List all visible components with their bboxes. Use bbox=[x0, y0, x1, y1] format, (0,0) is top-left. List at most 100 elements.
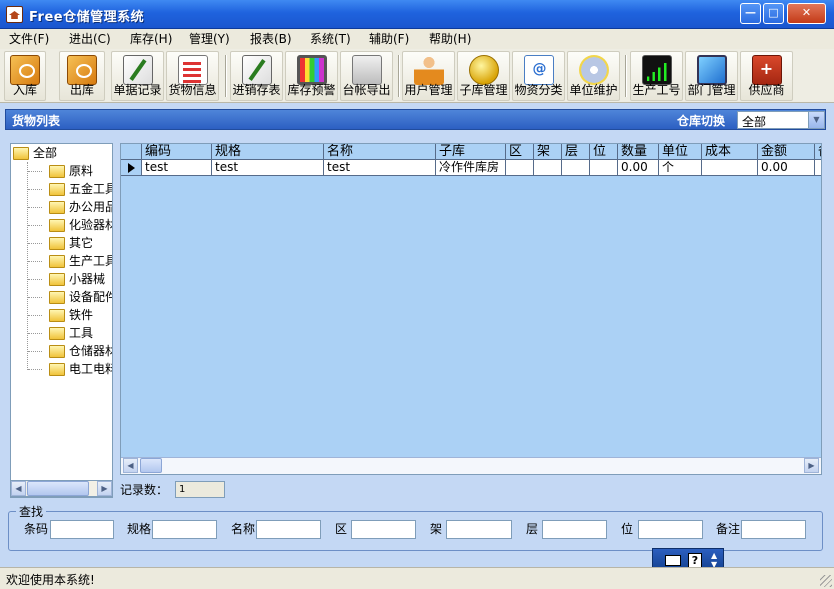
tree-item[interactable]: 其它 bbox=[49, 234, 93, 252]
inventory-report-button[interactable]: 进销存表 bbox=[230, 51, 283, 101]
tree-item[interactable]: 生产工具 bbox=[49, 252, 112, 270]
stock-out-button[interactable]: 出库 bbox=[59, 51, 105, 101]
toolbar-separator bbox=[398, 55, 400, 97]
cell-position[interactable] bbox=[590, 160, 618, 175]
column-header-quantity[interactable]: 数量 bbox=[618, 144, 659, 160]
menu-system[interactable]: 系统(T) bbox=[310, 29, 351, 49]
spec-input[interactable] bbox=[152, 520, 217, 539]
menu-report[interactable]: 报表(B) bbox=[250, 29, 292, 49]
column-header-area[interactable]: 区 bbox=[506, 144, 534, 160]
panel-header: 货物列表 仓库切换 全部 ▼ bbox=[5, 109, 826, 130]
column-header-amount[interactable]: 金额 bbox=[758, 144, 815, 160]
column-header-position[interactable]: 位 bbox=[590, 144, 618, 160]
column-header-code[interactable]: 编码 bbox=[142, 144, 212, 160]
resize-grip-icon[interactable] bbox=[820, 575, 832, 587]
barcode-input[interactable] bbox=[50, 520, 114, 539]
maximize-button[interactable]: □ bbox=[763, 3, 784, 24]
menu-help[interactable]: 帮助(H) bbox=[429, 29, 471, 49]
column-header-subwarehouse[interactable]: 子库 bbox=[436, 144, 506, 160]
category-button[interactable]: 物资分类 bbox=[512, 51, 565, 101]
folder-icon bbox=[49, 183, 65, 196]
remark-input[interactable] bbox=[741, 520, 806, 539]
tree-item[interactable]: 化验器材 bbox=[49, 216, 112, 234]
app-icon[interactable] bbox=[6, 6, 23, 23]
unit-maintain-button[interactable]: 单位维护 bbox=[567, 51, 620, 101]
menu-file[interactable]: 文件(F) bbox=[9, 29, 49, 49]
column-header-name[interactable]: 名称 bbox=[324, 144, 436, 160]
tree-item[interactable]: 铁件 bbox=[49, 306, 93, 324]
column-header-remark[interactable]: 备 bbox=[815, 144, 821, 160]
cell-quantity[interactable]: 0.00 bbox=[618, 160, 659, 175]
stock-alert-button[interactable]: 库存预警 bbox=[285, 51, 338, 101]
column-header-spec[interactable]: 规格 bbox=[212, 144, 324, 160]
tree-item[interactable]: 小器械 bbox=[49, 270, 105, 288]
menu-aux[interactable]: 辅助(F) bbox=[369, 29, 409, 49]
cell-shelf[interactable] bbox=[534, 160, 562, 175]
sub-warehouse-button[interactable]: 子库管理 bbox=[457, 51, 510, 101]
tree-item[interactable]: 电工电料 bbox=[49, 360, 112, 378]
cell-spec[interactable]: test bbox=[212, 160, 324, 175]
row-selector-arrow-icon[interactable] bbox=[121, 160, 142, 176]
column-header-unit[interactable]: 单位 bbox=[659, 144, 702, 160]
help-icon[interactable]: ? bbox=[688, 553, 702, 568]
toolbar-separator bbox=[625, 55, 627, 97]
scroll-thumb[interactable] bbox=[140, 458, 162, 473]
department-button[interactable]: 部门管理 bbox=[685, 51, 738, 101]
cell-area[interactable] bbox=[506, 160, 534, 175]
position-input[interactable] bbox=[638, 520, 703, 539]
toolbar-separator bbox=[225, 55, 227, 97]
tree-item[interactable]: 办公用品 bbox=[49, 198, 112, 216]
tree-item[interactable]: 五金工具 bbox=[49, 180, 112, 198]
cell-layer[interactable] bbox=[562, 160, 590, 175]
menu-inout[interactable]: 进出(C) bbox=[69, 29, 111, 49]
scroll-left-icon[interactable]: ◀ bbox=[123, 458, 138, 473]
column-header-cost[interactable]: 成本 bbox=[702, 144, 758, 160]
close-button[interactable]: ✕ bbox=[787, 3, 826, 24]
scroll-right-icon[interactable]: ▶ bbox=[804, 458, 819, 473]
scroll-thumb[interactable] bbox=[27, 481, 89, 496]
position-label: 位 bbox=[621, 522, 634, 536]
column-header-shelf[interactable]: 架 bbox=[534, 144, 562, 160]
tree-connector bbox=[28, 333, 42, 334]
table-row[interactable]: test test test 冷作件库房 0.00 个 0.00 bbox=[121, 160, 821, 176]
folder-icon bbox=[49, 273, 65, 286]
warehouse-select[interactable]: 全部 ▼ bbox=[737, 111, 825, 129]
name-input[interactable] bbox=[256, 520, 321, 539]
tree-horizontal-scrollbar[interactable]: ◀ ▶ bbox=[10, 480, 113, 497]
scroll-right-icon[interactable]: ▶ bbox=[97, 481, 112, 496]
records-button[interactable]: 单据记录 bbox=[111, 51, 164, 101]
scroll-left-icon[interactable]: ◀ bbox=[11, 481, 26, 496]
tree-item[interactable]: 原料 bbox=[49, 162, 93, 180]
keyboard-icon[interactable] bbox=[665, 555, 681, 566]
supplier-button[interactable]: 供应商 bbox=[740, 51, 793, 101]
tree-connector bbox=[28, 261, 42, 262]
tree-item[interactable]: 设备配件 bbox=[49, 288, 112, 306]
tree-item[interactable]: 工具 bbox=[49, 324, 93, 342]
cell-code[interactable]: test bbox=[142, 160, 212, 175]
layer-input[interactable] bbox=[542, 520, 607, 539]
cell-cost[interactable] bbox=[702, 160, 758, 175]
column-header-layer[interactable]: 层 bbox=[562, 144, 590, 160]
shelf-input[interactable] bbox=[446, 520, 512, 539]
tree-item[interactable]: 仓储器材 bbox=[49, 342, 112, 360]
cell-remark[interactable] bbox=[815, 160, 821, 175]
window-title: Free仓储管理系统 bbox=[29, 10, 145, 25]
ledger-export-button[interactable]: 台帐导出 bbox=[340, 51, 393, 101]
goods-info-button[interactable]: 货物信息 bbox=[166, 51, 219, 101]
minimize-button[interactable]: — bbox=[740, 3, 761, 24]
cell-amount[interactable]: 0.00 bbox=[758, 160, 815, 175]
cell-subwarehouse[interactable]: 冷作件库房 bbox=[436, 160, 506, 175]
status-bar: 欢迎使用本系统! bbox=[0, 567, 834, 589]
chevron-down-icon[interactable]: ▼ bbox=[808, 112, 824, 128]
menu-manage[interactable]: 管理(Y) bbox=[189, 29, 230, 49]
tree-root[interactable]: 全部 bbox=[13, 144, 57, 162]
work-number-button[interactable]: 生产工号 bbox=[630, 51, 683, 101]
stock-in-button[interactable]: 入库 bbox=[4, 51, 46, 101]
remark-label: 备注 bbox=[716, 522, 741, 536]
cell-name[interactable]: test bbox=[324, 160, 436, 175]
area-input[interactable] bbox=[351, 520, 416, 539]
user-manage-button[interactable]: 用户管理 bbox=[402, 51, 455, 101]
menu-inventory[interactable]: 库存(H) bbox=[130, 29, 172, 49]
grid-horizontal-scrollbar[interactable]: ◀ ▶ bbox=[121, 457, 821, 474]
cell-unit[interactable]: 个 bbox=[659, 160, 702, 175]
